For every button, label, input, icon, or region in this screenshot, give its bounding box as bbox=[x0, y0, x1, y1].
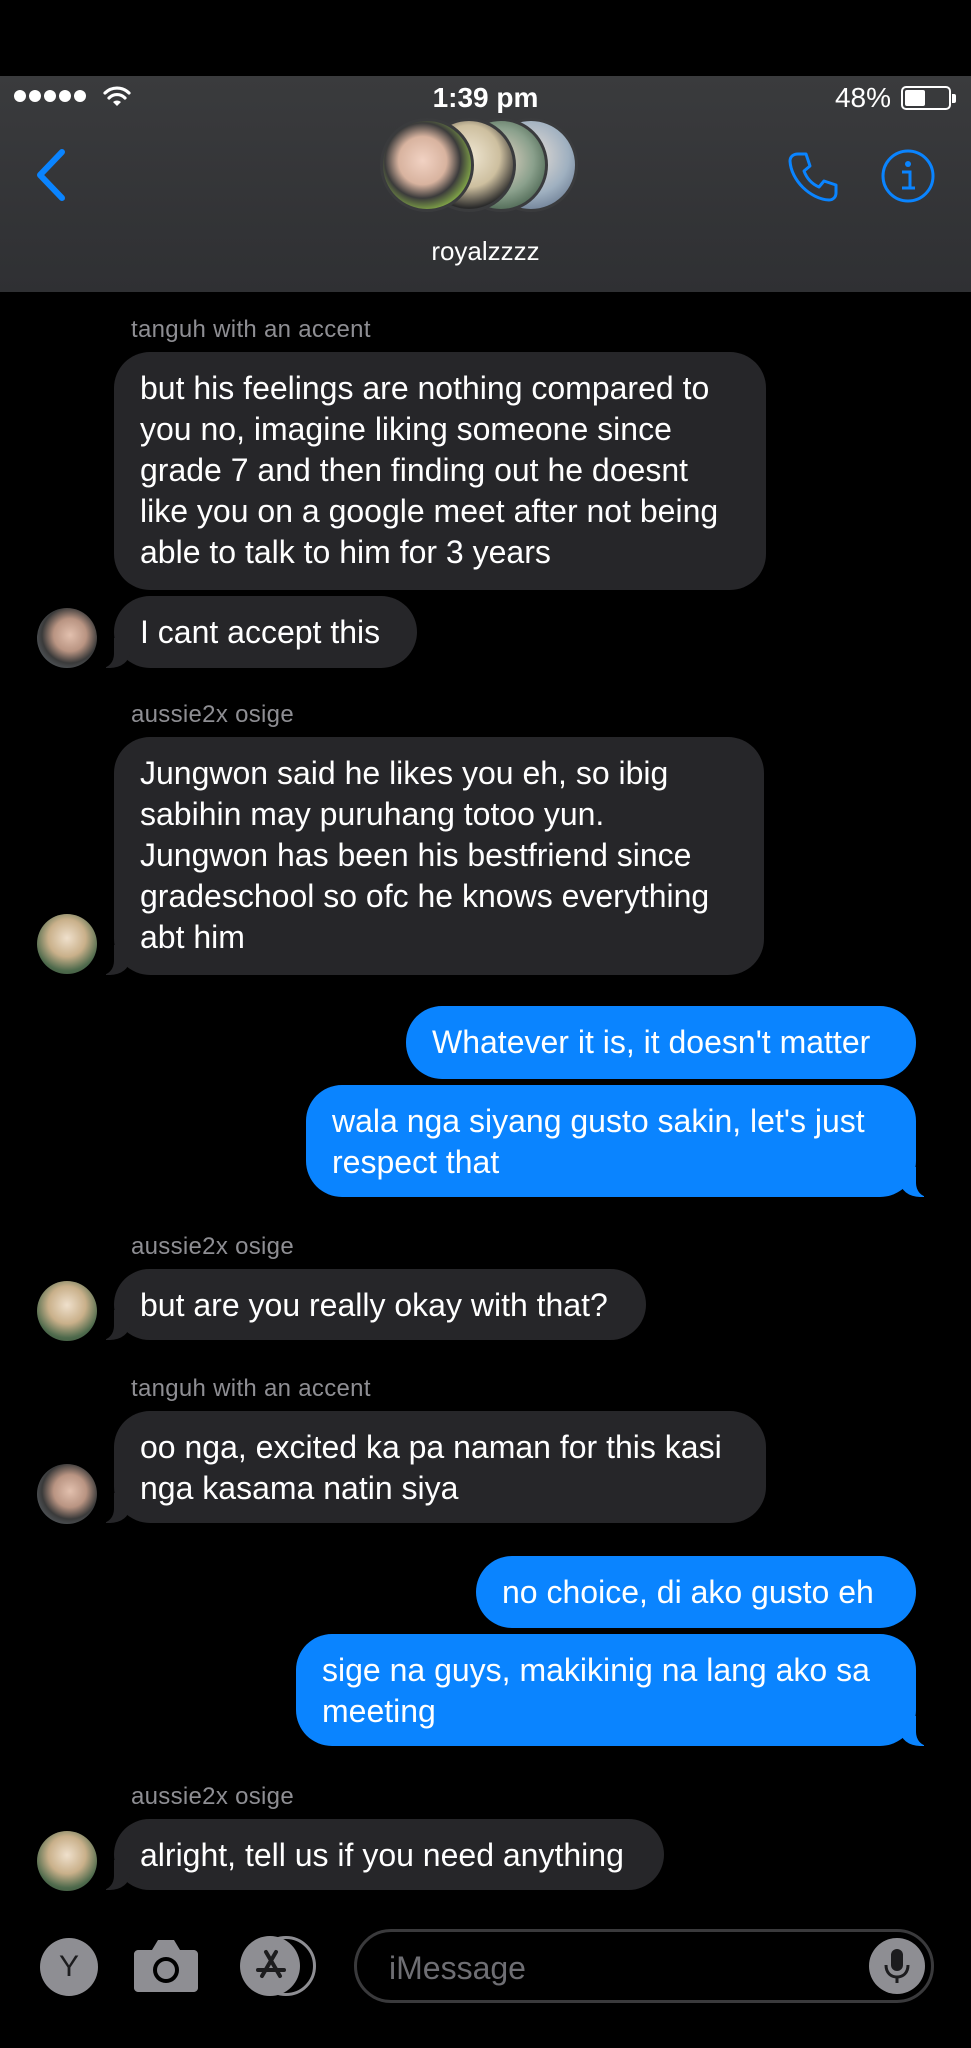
chevron-left-icon[interactable] bbox=[30, 146, 70, 204]
profile-avatar-button[interactable]: Y bbox=[40, 1938, 98, 1996]
message-bubble-outgoing[interactable]: sige na guys, makikinig na lang ako sa m… bbox=[296, 1634, 930, 1746]
conversation-header: 1:39 pm 48% royalzzzz bbox=[0, 76, 971, 292]
info-icon[interactable] bbox=[880, 148, 936, 204]
message-bubble-incoming[interactable]: but are you really okay with that? bbox=[100, 1269, 646, 1340]
top-bezel bbox=[0, 0, 971, 76]
message-input[interactable] bbox=[387, 1944, 831, 1992]
avatar bbox=[37, 914, 97, 974]
sender-name: aussie2x osige bbox=[131, 701, 294, 728]
avatar bbox=[37, 608, 97, 668]
message-composer: Y bbox=[0, 1912, 971, 2022]
avatar bbox=[37, 1831, 97, 1891]
message-bubble-incoming[interactable]: oo nga, excited ka pa naman for this kas… bbox=[100, 1411, 766, 1523]
avatar bbox=[37, 1464, 97, 1524]
battery-percentage: 48% bbox=[834, 82, 891, 113]
message-bubble-outgoing[interactable]: wala nga siyang gusto sakin, let's just … bbox=[306, 1085, 930, 1197]
phone-icon[interactable] bbox=[784, 148, 842, 206]
battery-icon bbox=[901, 86, 956, 110]
sender-name: aussie2x osige bbox=[131, 1783, 294, 1810]
sender-name: tanguh with an accent bbox=[131, 1375, 371, 1402]
avatar bbox=[380, 118, 474, 212]
sender-name: aussie2x osige bbox=[131, 1233, 294, 1260]
message-bubble-incoming[interactable]: I cant accept this bbox=[100, 596, 417, 668]
message-input-container[interactable] bbox=[354, 1929, 934, 2003]
status-time: 1:39 pm bbox=[432, 82, 539, 113]
message-bubble-incoming[interactable]: alright, tell us if you need anything bbox=[100, 1819, 664, 1890]
microphone-icon[interactable] bbox=[869, 1938, 925, 1994]
camera-icon[interactable] bbox=[132, 1934, 200, 1994]
message-bubble-incoming[interactable]: but his feelings are nothing compared to… bbox=[114, 352, 766, 590]
avatar bbox=[37, 1281, 97, 1341]
sender-name: tanguh with an accent bbox=[131, 316, 371, 343]
message-bubble-incoming[interactable]: Jungwon said he likes you eh, so ibig sa… bbox=[100, 737, 764, 975]
message-bubble-outgoing[interactable]: no choice, di ako gusto eh bbox=[476, 1556, 916, 1628]
group-avatar-stack[interactable] bbox=[380, 118, 590, 214]
group-name[interactable]: royalzzzz bbox=[0, 236, 971, 267]
status-bar: 1:39 pm 48% bbox=[0, 76, 971, 120]
message-bubble-outgoing[interactable]: Whatever it is, it doesn't matter bbox=[406, 1006, 916, 1079]
app-store-icon[interactable] bbox=[240, 1936, 316, 1996]
